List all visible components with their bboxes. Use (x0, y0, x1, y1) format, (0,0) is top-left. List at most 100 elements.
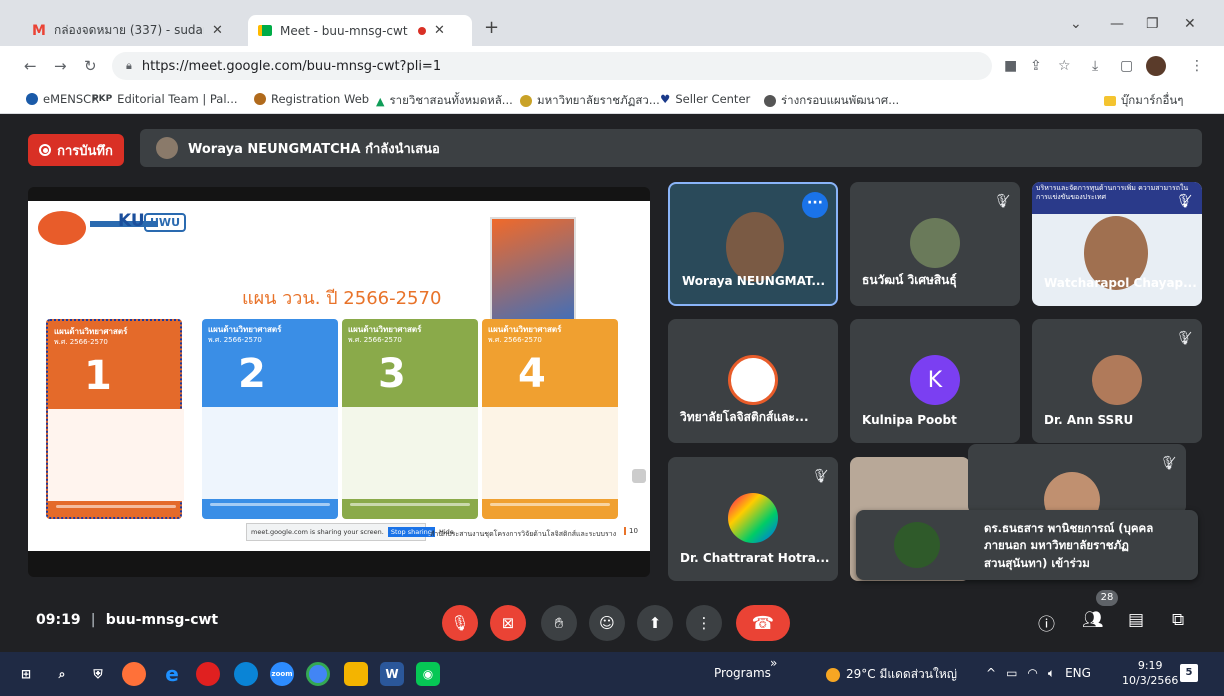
plan-panel-1: แผนด้านวิทยาศาสตร์ พ.ศ. 2566-2570 1 (46, 319, 184, 519)
hang-up-icon: ☎︎ (751, 612, 775, 634)
participant-avatar (728, 493, 778, 543)
screen-share-view[interactable]: KU UWU แผน ววน. ปี 2566-2570 แผนด้านวิทย… (28, 187, 650, 577)
bookmark-item[interactable]: ร่างกรอบแผนพัฒนาศ... (764, 92, 899, 110)
bookmark-item[interactable]: ♥ Seller Center (660, 92, 750, 106)
hand-icon: ✋︎ (554, 614, 564, 632)
profile-avatar[interactable] (1146, 56, 1166, 76)
zoom-icon[interactable]: zoom (270, 662, 294, 686)
lock-icon: 🔒︎ (126, 59, 132, 72)
tab-meet[interactable]: Meet - buu-mnsg-cwt ✕ (248, 15, 472, 46)
opera-icon[interactable] (196, 662, 220, 686)
other-bookmarks[interactable]: บุ๊กมาร์กอื่นๆ (1104, 92, 1183, 110)
tray-expand-icon[interactable]: ^ (986, 666, 996, 681)
presenter-avatar (156, 137, 178, 159)
present-button[interactable]: ⬆ (637, 605, 673, 641)
bookmark-item[interactable]: eMENSCR (26, 92, 99, 106)
tab-title: Meet - buu-mnsg-cwt (280, 23, 408, 38)
bookmark-item[interactable]: PKP Editorial Team | Pal... (92, 92, 238, 106)
forward-icon[interactable]: → (54, 57, 67, 75)
presenter-bar[interactable]: Woraya NEUNGMATCHA กำลังนำเสนอ (140, 129, 1202, 167)
windows-start-icon[interactable]: ⊞ (14, 662, 38, 686)
bookmark-star-icon[interactable]: ☆ (1058, 58, 1071, 74)
participant-tile[interactable]: บริหารและจัดการทุนด้านการเพิ่ม ความสามาร… (1032, 182, 1202, 306)
programs-toolbar[interactable]: Programs » (714, 656, 777, 680)
camera-off-button[interactable]: ⊠ (490, 605, 526, 641)
word-icon[interactable]: W (380, 662, 404, 686)
bookmark-item[interactable]: Registration Web (254, 92, 369, 106)
address-bar-row: ← → ↻ 🔒︎ https://meet.google.com/buu-mns… (0, 46, 1224, 86)
url-input[interactable]: 🔒︎ https://meet.google.com/buu-mnsg-cwt?… (112, 52, 992, 80)
participant-tile[interactable]: วิทยาลัยโลจิสติกส์และ... (668, 319, 838, 443)
presenter-text: Woraya NEUNGMATCHA กำลังนำเสนอ (188, 141, 440, 157)
battery-icon[interactable]: ▭ (1006, 666, 1017, 681)
mic-off-icon: 🎙︎ (450, 614, 470, 632)
participant-tile[interactable]: 🎙︎̸ (968, 444, 1186, 514)
raise-hand-button[interactable]: ✋︎ (541, 605, 577, 641)
slide-page-number: 10 (624, 527, 638, 535)
clock[interactable]: 9:19 10/3/2566 (1122, 658, 1178, 689)
meeting-time: 09:19 (36, 612, 81, 628)
globe-icon (764, 95, 776, 107)
search-icon[interactable]: ⌕ (50, 662, 74, 686)
join-notification: ดร.ธนธสาร พานิชยการณ์ (บุคคลภายนอก มหาวิ… (856, 510, 1198, 580)
reload-icon[interactable]: ↻ (84, 57, 97, 75)
participant-avatar (1044, 472, 1100, 514)
more-options-button[interactable]: ⋮ (686, 605, 722, 641)
participant-tile[interactable]: 🎙︎̸ ธนวัฒน์ วิเศษสินธุ์ (850, 182, 1020, 306)
recording-button[interactable]: การบันทึก (28, 134, 124, 166)
system-tray[interactable]: ^ ▭ ◠ 🔈︎ ENG (986, 666, 1091, 681)
slide-nav-icon[interactable] (632, 469, 646, 483)
camera-in-use-icon[interactable]: ■ (1004, 58, 1017, 74)
stop-sharing-button[interactable]: Stop sharing (387, 527, 435, 537)
weather-widget[interactable]: 29°C มีแดดส่วนใหญ่ (826, 665, 957, 684)
sidepanel-icon[interactable]: ▢ (1120, 58, 1133, 74)
emoji-icon: ☺ (599, 614, 615, 632)
file-explorer-icon[interactable] (344, 662, 368, 686)
firefox-icon[interactable] (122, 662, 146, 686)
plan-panel-4: แผนด้านวิทยาศาสตร์ พ.ศ. 2566-2570 4 (482, 319, 618, 519)
leave-call-button[interactable]: ☎︎ (736, 605, 790, 641)
institute-logo (38, 211, 86, 245)
chrome-icon[interactable] (306, 662, 330, 686)
close-window-icon[interactable]: ✕ (1184, 16, 1196, 32)
edge-icon[interactable] (234, 662, 258, 686)
tab-gmail[interactable]: M กล่องจดหมาย (337) - sudarat.pi@s ✕ (22, 15, 242, 46)
wifi-icon[interactable]: ◠ (1027, 666, 1037, 681)
reactions-button[interactable]: ☺ (589, 605, 625, 641)
menu-kebab-icon[interactable]: ⋮ (1190, 58, 1204, 74)
language-indicator[interactable]: ENG (1065, 666, 1091, 681)
participant-tile[interactable]: ··· Woraya NEUNGMAT... (668, 182, 838, 306)
restore-icon[interactable]: ❐ (1146, 16, 1159, 32)
more-options-icon[interactable]: ··· (802, 192, 828, 218)
meet-main: การบันทึก Woraya NEUNGMATCHA กำลังนำเสนอ… (0, 114, 1224, 652)
bookmark-item[interactable]: มหาวิทยาลัยราชภัฏสว... (520, 92, 660, 110)
sharing-notice: meet.google.com is sharing your screen. … (246, 523, 454, 541)
url-text: https://meet.google.com/buu-mnsg-cwt?pli… (141, 58, 442, 74)
bookmark-item[interactable]: ▲ รายวิชาสอนทั้งหมดหลั... (376, 92, 513, 110)
minimize-icon[interactable]: — (1110, 16, 1124, 32)
info-icon[interactable]: ⓘ (1038, 610, 1055, 635)
tab-search-chevron-icon[interactable]: ⌄ (1070, 16, 1082, 32)
browser-tab-bar: M กล่องจดหมาย (337) - sudarat.pi@s ✕ Mee… (0, 0, 1224, 46)
activities-icon[interactable]: ⧉ (1172, 610, 1184, 630)
volume-icon[interactable]: 🔈︎ (1048, 666, 1055, 681)
mic-off-button[interactable]: 🎙︎ (442, 605, 478, 641)
pkp-icon: PKP (92, 94, 113, 104)
participant-tile[interactable]: 🎙︎̸ Dr. Chattrarat Hotra... (668, 457, 838, 581)
people-icon[interactable]: 👥︎ (1082, 610, 1104, 630)
meet-control-bar: 09:19 | buu-mnsg-cwt 🎙︎ ⊠ ✋︎ ☺ ⬆ ⋮ ☎︎ ⓘ … (0, 590, 1224, 652)
line-icon[interactable]: ◉ (416, 662, 440, 686)
participant-tile[interactable]: K Kulnipa Poobt (850, 319, 1020, 443)
university-icon (520, 95, 532, 107)
share-icon[interactable]: ⇪ (1030, 58, 1042, 74)
shield-icon[interactable]: ⛨ (86, 662, 110, 686)
close-icon[interactable]: ✕ (434, 23, 445, 38)
close-icon[interactable]: ✕ (212, 23, 223, 38)
participant-tile[interactable]: 🎙︎̸ Dr. Ann SSRU (1032, 319, 1202, 443)
notification-center-icon[interactable]: 5 (1180, 664, 1198, 682)
chat-icon[interactable]: ▤ (1128, 610, 1144, 630)
back-icon[interactable]: ← (24, 57, 37, 75)
download-icon[interactable]: ⤓ (1092, 58, 1098, 74)
ie-icon[interactable]: e (160, 662, 184, 686)
new-tab-icon[interactable]: + (484, 17, 499, 38)
